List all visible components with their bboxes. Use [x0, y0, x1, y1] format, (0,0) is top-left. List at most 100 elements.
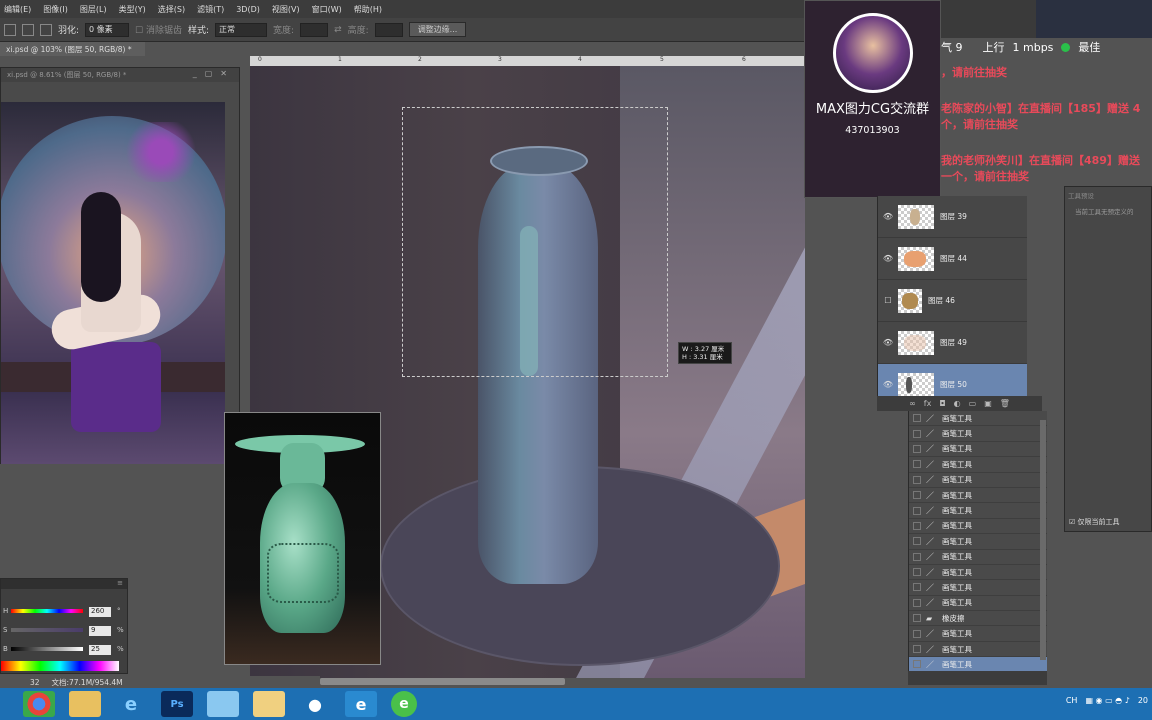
menu-edit[interactable]: 编辑(E) [4, 4, 31, 15]
status-zoom[interactable]: 32 [30, 678, 40, 687]
adjustment-icon[interactable]: ◐ [954, 399, 961, 408]
history-item[interactable]: ／ 画笔工具 [909, 626, 1047, 642]
history-checkbox[interactable] [913, 460, 921, 469]
current-tool-checkbox[interactable]: ☑ 仅限当前工具 [1069, 517, 1120, 527]
link-icon[interactable]: ∞ [909, 399, 916, 408]
layer-row[interactable]: ☐ 图层 46 [878, 280, 1027, 322]
fx-icon[interactable]: fx [924, 399, 932, 408]
swap-icon[interactable]: ⇄ [334, 25, 342, 35]
ie-blue-icon[interactable]: e [345, 691, 377, 717]
history-checkbox[interactable] [913, 583, 921, 592]
history-item[interactable]: ／ 画笔工具 [909, 642, 1047, 658]
ie-icon[interactable]: e [115, 691, 147, 717]
history-item[interactable]: ／ 画笔工具 [909, 519, 1047, 535]
media-icon[interactable] [207, 691, 239, 717]
menu-filter[interactable]: 滤镜(T) [197, 4, 224, 15]
history-checkbox[interactable] [913, 475, 921, 484]
history-item[interactable]: ／ 画笔工具 [909, 503, 1047, 519]
new-layer-icon[interactable]: ▣ [984, 399, 992, 408]
history-item[interactable]: ／ 画笔工具 [909, 473, 1047, 488]
eye-icon[interactable]: 👁 [878, 380, 898, 389]
history-item[interactable]: ／ 画笔工具 [909, 488, 1047, 504]
add-selection-icon[interactable] [22, 23, 34, 36]
history-item[interactable]: ／ 画笔工具 [909, 442, 1047, 458]
hue-value[interactable]: 260 [89, 607, 111, 617]
style-select[interactable] [215, 22, 268, 37]
menu-3d[interactable]: 3D(D) [236, 5, 260, 14]
antialias-checkbox[interactable]: ☐ 消除锯齿 [135, 23, 182, 36]
menu-select[interactable]: 选择(S) [158, 4, 185, 15]
history-checkbox[interactable] [913, 429, 921, 438]
layer-row[interactable]: 👁 图层 39 [878, 196, 1027, 238]
navigator-window[interactable]: xi.psd @ 8.61% (图层 50, RGB/8) * _▢✕ [0, 67, 240, 464]
layer-row[interactable]: 👁 图层 44 [878, 238, 1027, 280]
panel-menu-icon[interactable]: ≡ [117, 579, 123, 587]
ime-indicator[interactable]: CH [1066, 696, 1078, 705]
subtract-selection-icon[interactable] [40, 23, 52, 36]
horizontal-scrollbar[interactable] [320, 678, 565, 685]
height-input[interactable] [374, 22, 403, 37]
notes-icon[interactable] [253, 691, 285, 717]
history-item[interactable]: ／ 画笔工具 [909, 457, 1047, 473]
history-item[interactable]: ／ 画笔工具 [909, 565, 1047, 581]
width-input[interactable] [300, 22, 329, 37]
qq-icon[interactable]: ● [299, 691, 331, 717]
color-ramp[interactable] [1, 661, 119, 671]
browser-icon[interactable]: e [391, 691, 417, 717]
start-icon[interactable] [0, 691, 16, 717]
history-checkbox[interactable] [913, 614, 921, 623]
history-item[interactable]: ／ 画笔工具 [909, 550, 1047, 565]
history-scrollbar[interactable] [1040, 420, 1046, 660]
history-checkbox[interactable] [913, 444, 921, 453]
history-checkbox[interactable] [913, 660, 921, 669]
chrome-icon[interactable] [23, 691, 55, 717]
hue-slider[interactable] [11, 609, 83, 613]
history-checkbox[interactable] [913, 521, 921, 530]
menu-layer[interactable]: 图层(L) [80, 4, 107, 15]
history-item[interactable]: ／ 画笔工具 [909, 426, 1047, 442]
history-checkbox[interactable] [913, 491, 921, 500]
history-checkbox[interactable] [913, 629, 921, 638]
menu-image[interactable]: 图像(I) [43, 4, 68, 15]
history-checkbox[interactable] [913, 414, 921, 423]
history-item[interactable]: ／ 画笔工具 [909, 534, 1047, 550]
history-item[interactable]: ／ 画笔工具 [909, 411, 1047, 427]
menu-help[interactable]: 帮助(H) [354, 4, 382, 15]
saturation-value[interactable]: 9 [89, 626, 111, 636]
history-item-selected[interactable]: ／ 画笔工具 [909, 657, 1047, 671]
delete-icon[interactable]: 🗑 [1000, 399, 1010, 408]
history-checkbox[interactable] [913, 537, 921, 546]
feather-input[interactable] [85, 22, 130, 37]
eye-icon[interactable]: 👁 [878, 254, 898, 263]
brightness-slider[interactable] [11, 647, 83, 651]
history-checkbox[interactable] [913, 645, 921, 654]
group-icon[interactable]: ▭ [969, 399, 977, 408]
tray-icons[interactable]: ▦ ◉ ▭ ◓ ♪ [1085, 696, 1129, 705]
menu-view[interactable]: 视图(V) [272, 4, 300, 15]
folder-icon[interactable] [69, 691, 101, 717]
document-tab[interactable]: xi.psd @ 103% (图层 50, RGB/8) * [0, 42, 145, 56]
new-selection-icon[interactable] [4, 23, 16, 36]
saturation-slider[interactable] [11, 628, 83, 632]
menu-window[interactable]: 窗口(W) [312, 4, 342, 15]
brightness-value[interactable]: 25 [89, 645, 111, 655]
window-controls[interactable]: _▢✕ [193, 69, 235, 78]
mask-icon[interactable]: ◘ [939, 399, 945, 408]
history-checkbox[interactable] [913, 506, 921, 515]
photoshop-icon[interactable]: Ps [161, 691, 193, 717]
history-item[interactable]: ／ 画笔工具 [909, 580, 1047, 596]
layer-row[interactable]: 👁 图层 49 [878, 322, 1027, 364]
clock[interactable]: 20 [1138, 696, 1148, 705]
eye-icon[interactable]: 👁 [878, 212, 898, 221]
window-titlebar[interactable]: xi.psd @ 8.61% (图层 50, RGB/8) * _▢✕ [1, 68, 239, 82]
eye-hidden-icon[interactable]: ☐ [878, 296, 898, 305]
marquee-selection[interactable] [402, 107, 668, 377]
history-checkbox[interactable] [913, 568, 921, 577]
eye-icon[interactable]: 👁 [878, 338, 898, 347]
history-item[interactable]: ／ 画笔工具 [909, 596, 1047, 612]
history-item[interactable]: ▰ 橡皮擦 [909, 611, 1047, 627]
history-checkbox[interactable] [913, 598, 921, 607]
menu-type[interactable]: 类型(Y) [119, 4, 146, 15]
history-checkbox[interactable] [913, 552, 921, 561]
refine-edge-button[interactable]: 调整边缘... [408, 22, 467, 37]
